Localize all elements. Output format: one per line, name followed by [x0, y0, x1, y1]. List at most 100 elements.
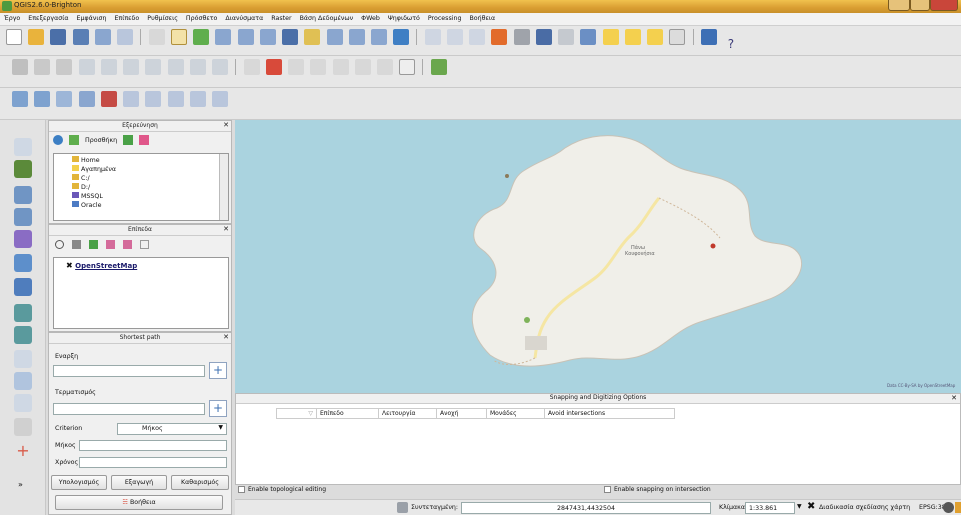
- tree-item-c[interactable]: C:/: [72, 174, 228, 183]
- add-wms-layer-icon[interactable]: [14, 278, 32, 296]
- collapse-all-icon[interactable]: [123, 239, 132, 249]
- layers-tree[interactable]: ✖ OpenStreetMap: [53, 257, 229, 329]
- change-label-icon[interactable]: [354, 59, 371, 75]
- browser-tree[interactable]: Home Αγαπημένα C:/ D:/ MSSQL Oracle: [53, 153, 229, 221]
- grass-icon[interactable]: [430, 59, 447, 75]
- close-button[interactable]: [930, 0, 958, 11]
- render-checkbox-icon[interactable]: ✖: [807, 501, 815, 512]
- menu-edit[interactable]: Επεξεργασία: [24, 13, 72, 25]
- coordinate-field[interactable]: 2847431,4432504: [461, 502, 711, 514]
- browser-add-label[interactable]: Προσθήκη: [85, 137, 117, 144]
- add-vector-layer-icon[interactable]: [14, 138, 32, 156]
- cut-features-icon[interactable]: [167, 59, 184, 75]
- node-tool-icon[interactable]: [123, 59, 140, 75]
- browser-scrollbar[interactable]: [219, 154, 228, 220]
- enable-topological-editing[interactable]: Enable topological editing: [238, 486, 326, 493]
- text-annotation-icon[interactable]: [669, 29, 686, 45]
- field-calculator-icon[interactable]: [558, 29, 575, 45]
- new-spatialite-icon[interactable]: [14, 394, 32, 412]
- scale-combobox[interactable]: 1:33.861: [745, 502, 795, 514]
- rotate-point-icon[interactable]: [12, 91, 28, 107]
- rotate-label-icon[interactable]: [332, 59, 349, 75]
- zoom-next-icon[interactable]: [370, 29, 387, 45]
- deselect-icon[interactable]: [491, 29, 508, 45]
- start-point-input[interactable]: [53, 365, 205, 377]
- menu-settings[interactable]: Ρυθμίσεις: [143, 13, 182, 25]
- new-gpx-icon[interactable]: [14, 418, 32, 436]
- add-delimited-text-icon[interactable]: [14, 350, 32, 368]
- merge-features-icon[interactable]: [212, 91, 229, 107]
- capture-end-button[interactable]: +: [209, 400, 227, 417]
- menu-project[interactable]: Έργο: [0, 13, 24, 25]
- pan-to-selection-icon[interactable]: [193, 29, 210, 45]
- tree-item-mssql[interactable]: MSSQL: [72, 192, 228, 201]
- close-icon[interactable]: ✕: [223, 225, 229, 233]
- toggle-editing-icon[interactable]: [34, 59, 51, 75]
- column-header-avoid-intersections[interactable]: Avoid intersections: [544, 408, 675, 419]
- whats-this-icon[interactable]: ?: [723, 37, 739, 53]
- copy-features-icon[interactable]: [189, 59, 206, 75]
- menu-view[interactable]: Εμφάνιση: [73, 13, 111, 25]
- menu-database[interactable]: Βάση Δεδομένων: [296, 13, 358, 25]
- menu-layer[interactable]: Επίπεδο: [110, 13, 143, 25]
- export-button[interactable]: Εξαγωγή: [111, 475, 167, 490]
- zoom-native-icon[interactable]: [259, 29, 276, 45]
- refresh-icon[interactable]: [393, 29, 410, 45]
- tree-item-favourites[interactable]: Αγαπημένα: [72, 165, 228, 174]
- maximize-button[interactable]: [910, 0, 930, 11]
- filter-icon[interactable]: [123, 135, 134, 145]
- save-project-icon[interactable]: [50, 29, 67, 45]
- menu-plugins[interactable]: Πρόσθετο: [182, 13, 221, 25]
- pan-icon[interactable]: [148, 29, 165, 45]
- coordinate-toggle-icon[interactable]: [397, 502, 408, 513]
- measure-icon[interactable]: [513, 29, 530, 45]
- close-icon[interactable]: ✕: [223, 121, 229, 129]
- map-tips-icon[interactable]: [602, 29, 619, 45]
- current-edits-icon[interactable]: [12, 59, 28, 75]
- delete-ring-icon[interactable]: [100, 91, 117, 107]
- menu-help[interactable]: Βοήθεια: [465, 13, 499, 25]
- refresh-icon[interactable]: [53, 135, 63, 145]
- new-shapefile-icon[interactable]: [14, 372, 32, 390]
- add-spatialite-layer-icon[interactable]: [14, 208, 32, 226]
- print-composer-icon[interactable]: [94, 29, 111, 45]
- delete-part-icon[interactable]: [123, 91, 140, 107]
- zoom-full-icon[interactable]: [282, 29, 299, 45]
- tree-item-home[interactable]: Home: [72, 156, 228, 165]
- statistics-icon[interactable]: [580, 29, 597, 45]
- add-delimited-point-icon[interactable]: +: [14, 442, 32, 460]
- add-raster-layer-icon[interactable]: [14, 160, 32, 178]
- checkbox-icon[interactable]: [238, 486, 245, 493]
- layer-checkbox-icon[interactable]: ✖: [66, 261, 73, 270]
- highlight-labels-icon[interactable]: [288, 59, 305, 75]
- filter-icon[interactable]: [89, 239, 98, 249]
- eye-icon[interactable]: [55, 239, 64, 249]
- split-features-icon[interactable]: [189, 91, 206, 107]
- attribute-table-icon[interactable]: [535, 29, 552, 45]
- show-hide-labels-icon[interactable]: [376, 59, 393, 75]
- help-button[interactable]: ☵ Βοήθεια: [55, 495, 223, 510]
- add-wfs-layer-icon[interactable]: [14, 326, 32, 344]
- add-wcs-layer-icon[interactable]: [14, 304, 32, 322]
- column-header-tolerance[interactable]: Ανοχή: [436, 408, 487, 419]
- end-point-input[interactable]: [53, 403, 205, 415]
- move-label-icon[interactable]: [310, 59, 327, 75]
- tree-item-oracle[interactable]: Oracle: [72, 201, 228, 210]
- calculate-button[interactable]: Υπολογισμός: [51, 475, 107, 490]
- enable-snapping-intersection[interactable]: Enable snapping on intersection: [604, 486, 711, 493]
- column-header-layer[interactable]: Επίπεδο: [316, 408, 379, 419]
- reshape-icon[interactable]: [145, 91, 162, 107]
- menu-processing[interactable]: Processing: [424, 13, 466, 25]
- paste-features-icon[interactable]: [212, 59, 229, 75]
- menu-vector[interactable]: Διανύσματα: [221, 13, 267, 25]
- zoom-in-icon[interactable]: [215, 29, 232, 45]
- menu-mesh[interactable]: Ψηφιδωτό: [384, 13, 424, 25]
- add-mssql-layer-icon[interactable]: [14, 230, 32, 248]
- help-contents-icon[interactable]: [700, 29, 717, 45]
- close-icon[interactable]: ✕: [951, 394, 957, 402]
- delete-selected-icon[interactable]: [145, 59, 162, 75]
- identify-icon[interactable]: [424, 29, 441, 45]
- chevron-down-icon[interactable]: ▼: [797, 503, 802, 510]
- tree-item-d[interactable]: D:/: [72, 183, 228, 192]
- expand-all-icon[interactable]: [106, 239, 115, 249]
